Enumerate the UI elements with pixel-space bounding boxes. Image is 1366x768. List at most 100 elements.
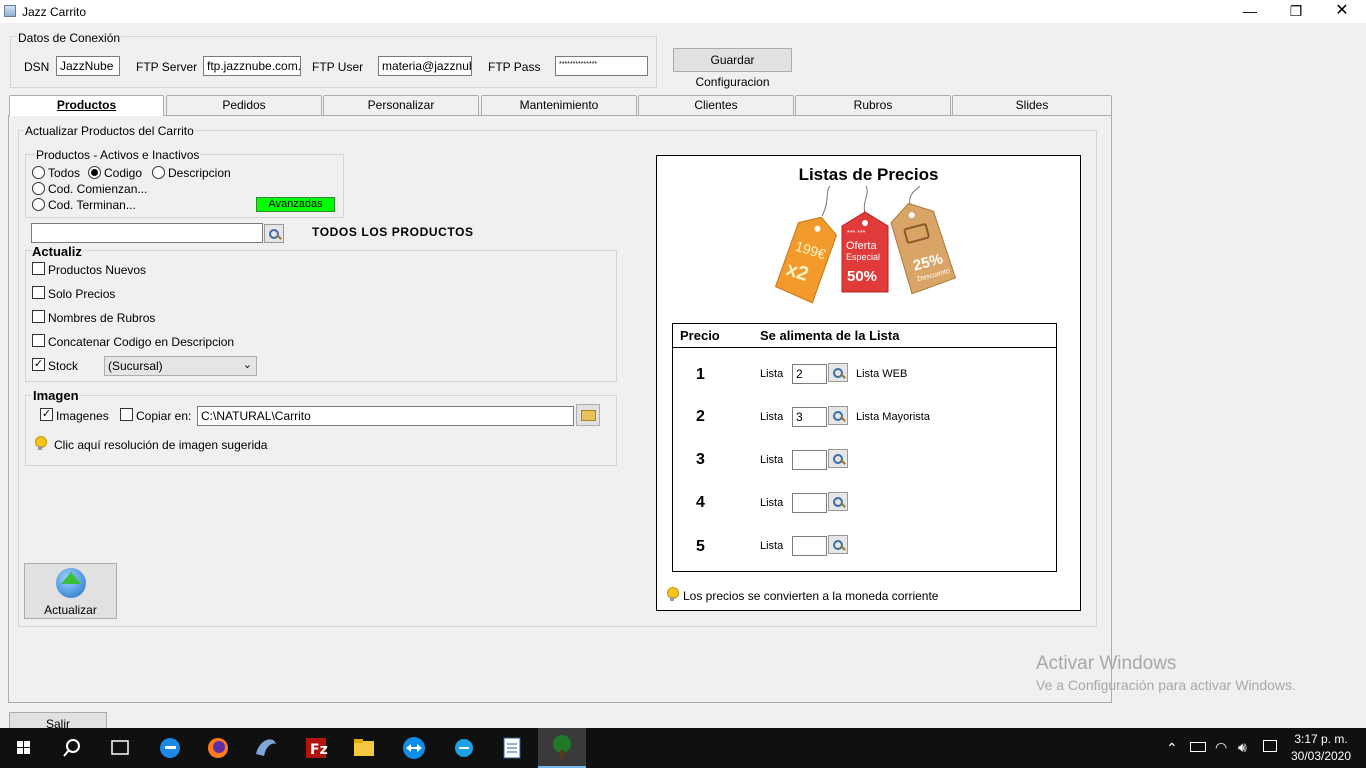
tab-clientes[interactable]: Clientes bbox=[638, 95, 794, 115]
products-section-title: Actualizar Productos del Carrito bbox=[24, 124, 195, 138]
list-name: Lista Mayorista bbox=[856, 411, 930, 423]
tag2-mid: Especial bbox=[846, 252, 881, 262]
chk-copiar[interactable] bbox=[120, 408, 133, 421]
chk-nombres-rubros[interactable] bbox=[32, 310, 45, 323]
ftp-server-input[interactable]: ftp.jazznube.com.ar bbox=[203, 56, 301, 76]
tag-string bbox=[863, 186, 868, 215]
list-lookup-icon[interactable] bbox=[828, 492, 848, 511]
tab-rubros[interactable]: Rubros bbox=[795, 95, 951, 115]
tag2-top: Oferta bbox=[846, 240, 877, 252]
update-legend: Actualiz bbox=[32, 244, 82, 259]
row-number: 2 bbox=[696, 408, 705, 425]
update-button[interactable]: Actualizar bbox=[24, 563, 117, 619]
radio-comienzan[interactable] bbox=[32, 182, 45, 195]
list-name: Lista WEB bbox=[856, 368, 908, 380]
list-lookup-icon[interactable] bbox=[828, 449, 848, 468]
list-lookup-icon[interactable] bbox=[828, 535, 848, 554]
search-lookup-icon[interactable] bbox=[264, 224, 284, 243]
radio-terminan[interactable] bbox=[32, 198, 45, 211]
list-lookup-icon[interactable] bbox=[828, 406, 848, 425]
radio-codigo-label: Codigo bbox=[104, 166, 143, 180]
radio-descripcion[interactable] bbox=[152, 166, 165, 179]
advanced-button[interactable]: Avanzadas bbox=[256, 197, 335, 212]
row-label: Lista bbox=[760, 368, 784, 380]
tag2-bottom: 50% bbox=[847, 268, 878, 285]
dsn-input[interactable]: JazzNube bbox=[56, 56, 120, 76]
list-input[interactable] bbox=[792, 536, 827, 556]
tab-mantenimiento[interactable]: Mantenimiento bbox=[481, 95, 637, 115]
ftp-pass-input[interactable]: ************** bbox=[555, 56, 648, 76]
dolphin-icon[interactable] bbox=[242, 728, 290, 768]
search-icon[interactable] bbox=[48, 728, 96, 768]
product-search-input[interactable] bbox=[31, 223, 263, 243]
chk-solo-precios[interactable] bbox=[32, 286, 45, 299]
radio-todos-label: Todos bbox=[48, 166, 81, 180]
clock-date[interactable]: 30/03/2020 bbox=[1286, 749, 1356, 763]
filezilla-icon[interactable]: Fz bbox=[292, 728, 340, 768]
prices-hint: Los precios se convierten a la moneda co… bbox=[683, 589, 939, 603]
up-arrow-icon bbox=[61, 572, 81, 584]
chk-stock[interactable]: ✓ bbox=[32, 358, 45, 371]
chk-productos-nuevos[interactable] bbox=[32, 262, 45, 275]
row-label: Lista bbox=[760, 454, 784, 466]
chevron-up-icon[interactable]: ⌃ bbox=[1166, 740, 1178, 757]
radio-descripcion-label: Descripcion bbox=[168, 166, 231, 180]
all-products-label: TODOS LOS PRODUCTOS bbox=[312, 225, 474, 239]
save-config-button[interactable]: Guardar Configuracion bbox=[673, 48, 792, 89]
row-label: Lista bbox=[760, 540, 784, 552]
notifications-icon[interactable] bbox=[1263, 740, 1277, 752]
stock-select[interactable]: (Sucursal) ⌄ bbox=[104, 356, 257, 376]
update-button-label: Actualizar bbox=[44, 603, 97, 617]
notepad-icon[interactable] bbox=[488, 728, 536, 768]
close-icon[interactable]: ✕ bbox=[1319, 0, 1365, 23]
price-lists-title: Listas de Precios bbox=[798, 165, 939, 184]
row-number: 5 bbox=[696, 538, 705, 555]
ftp-user-label: FTP User bbox=[312, 60, 364, 74]
chevron-down-icon: ⌄ bbox=[242, 359, 252, 371]
minimize-icon[interactable]: — bbox=[1227, 0, 1273, 23]
folder-browse-button[interactable] bbox=[576, 404, 600, 426]
list-input[interactable] bbox=[792, 493, 827, 513]
edge-icon[interactable] bbox=[146, 728, 194, 768]
internet-explorer-icon[interactable] bbox=[440, 728, 488, 768]
jazz-carrito-taskbar-icon[interactable] bbox=[538, 728, 586, 768]
radio-todos[interactable] bbox=[32, 166, 45, 179]
battery-icon[interactable] bbox=[1190, 742, 1206, 752]
dsn-label: DSN bbox=[24, 60, 50, 74]
price-table bbox=[672, 323, 1057, 572]
windows-icon bbox=[17, 741, 30, 754]
row-number: 4 bbox=[696, 494, 705, 511]
row-number: 1 bbox=[696, 366, 705, 383]
tab-productos[interactable]: Productos bbox=[9, 95, 164, 116]
col-source-header: Se alimenta de la Lista bbox=[760, 328, 900, 343]
wifi-icon[interactable]: ◠ bbox=[1215, 739, 1227, 756]
folder-icon bbox=[581, 410, 596, 421]
task-view-icon[interactable] bbox=[96, 728, 144, 768]
ftp-pass-label: FTP Pass bbox=[488, 60, 541, 74]
tab-pedidos[interactable]: Pedidos bbox=[166, 95, 322, 115]
filter-legend: Productos - Activos e Inactivos bbox=[35, 148, 201, 162]
list-input[interactable]: 2 bbox=[792, 364, 827, 384]
volume-icon[interactable]: 🔊︎ bbox=[1238, 739, 1247, 756]
chk-concatenar[interactable] bbox=[32, 334, 45, 347]
firefox-icon[interactable] bbox=[194, 728, 242, 768]
chk-imagenes[interactable]: ✓ bbox=[40, 408, 53, 421]
app-icon bbox=[4, 5, 16, 17]
tab-slides[interactable]: Slides bbox=[952, 95, 1112, 115]
tag2-stars: *** *** bbox=[847, 230, 866, 237]
list-lookup-icon[interactable] bbox=[828, 363, 848, 382]
price-table-divider bbox=[672, 347, 1057, 348]
teamviewer-icon[interactable] bbox=[390, 728, 438, 768]
file-explorer-icon[interactable] bbox=[340, 728, 388, 768]
radio-codigo[interactable] bbox=[88, 166, 101, 179]
ftp-user-input[interactable]: materia@jazznube bbox=[378, 56, 472, 76]
image-hint-link[interactable]: Clic aquí resolución de imagen sugerida bbox=[54, 438, 267, 452]
list-input[interactable] bbox=[792, 450, 827, 470]
list-input[interactable]: 3 bbox=[792, 407, 827, 427]
tab-personalizar[interactable]: Personalizar bbox=[323, 95, 479, 115]
start-button[interactable] bbox=[0, 728, 48, 768]
copy-path-input[interactable]: C:\NATURAL\Carrito bbox=[197, 406, 574, 426]
clock-time[interactable]: 3:17 p. m. bbox=[1286, 732, 1356, 746]
restore-icon[interactable]: ❐ bbox=[1273, 0, 1319, 23]
connection-legend: Datos de Conexión bbox=[17, 31, 122, 45]
